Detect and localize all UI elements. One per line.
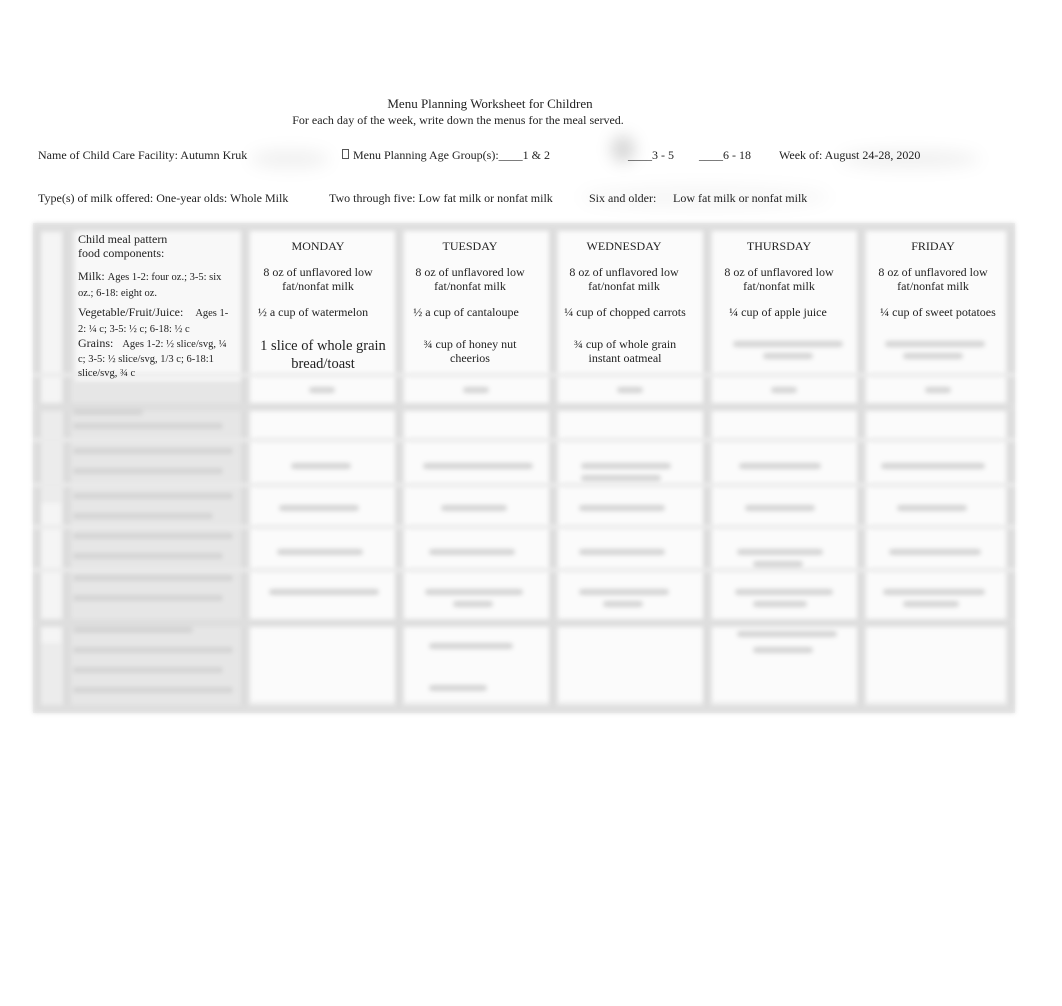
milk-cell-monday[interactable]: 8 oz of unflavored low fat/nonfat milk [253,265,383,293]
day-header-tuesday: TUESDAY [442,239,498,253]
component-name: Vegetable/Fruit/Juice: [78,305,184,319]
milk-six-older-label: Six and older: [589,191,657,205]
day-header-monday: MONDAY [291,239,345,253]
day-header-friday: FRIDAY [911,239,955,253]
component-grains-label: Grains: Ages 1-2: ½ slice/svg, ¼ c; 3-5:… [78,337,233,381]
day-header-wednesday: WEDNESDAY [586,239,662,253]
header-label-line2: food components: [78,246,165,260]
component-name: Grains: [78,336,114,350]
vegetable-cell-wednesday[interactable]: ¼ cup of chopped carrots [545,305,705,319]
milk-two-to-five: Two through five: Low fat milk or nonfat… [329,191,553,205]
table-header-label: Child meal pattern food components: [78,232,248,260]
milk-one-year: Type(s) of milk offered: One-year olds: … [38,191,289,205]
worksheet-subtitle: For each day of the week, write down the… [292,113,624,127]
milk-six-older-value: Low fat milk or nonfat milk [673,191,808,205]
vegetable-cell-thursday[interactable]: ¼ cup of apple juice [703,305,853,319]
week-of: Week of: August 24-28, 2020 [779,148,921,162]
component-vegetable-label: Vegetable/Fruit/Juice: Ages 1-2: ¼ c; 3-… [78,305,233,337]
vegetable-cell-monday[interactable]: ½ a cup of watermelon [238,305,388,319]
age-group-label: Menu Planning Age Group(s):____1 & 2 [353,148,550,162]
grains-cell-tuesday[interactable]: ¾ cup of honey nut cheerios [410,337,530,365]
age-group-option-3-5: ____3 - 5 [628,148,674,162]
header-label-line1: Child meal pattern [78,232,168,246]
component-name: Milk: [78,269,105,283]
day-header-thursday: THURSDAY [746,239,812,253]
age-group-option-6-18: ____6 - 18 [699,148,751,162]
blurred-region [250,150,330,168]
grains-cell-monday[interactable]: 1 slice of whole grain bread/toast [253,337,393,373]
grains-cell-wednesday[interactable]: ¾ cup of whole grain instant oatmeal [564,337,686,365]
worksheet-title: Menu Planning Worksheet for Children [387,96,593,111]
milk-cell-wednesday[interactable]: 8 oz of unflavored low fat/nonfat milk [559,265,689,293]
component-milk-label: Milk: Ages 1-2: four oz.; 3-5: six oz.; … [78,269,233,301]
milk-cell-tuesday[interactable]: 8 oz of unflavored low fat/nonfat milk [405,265,535,293]
age-group-field: Menu Planning Age Group(s):____1 & 2 [342,148,550,163]
facility-name: Name of Child Care Facility: Autumn Kruk [38,148,248,162]
vegetable-cell-friday[interactable]: ¼ cup of sweet potatoes [858,305,1018,319]
missing-glyph-icon [342,149,349,159]
vegetable-cell-tuesday[interactable]: ½ a cup of cantaloupe [391,305,541,319]
milk-cell-friday[interactable]: 8 oz of unflavored low fat/nonfat milk [868,265,998,293]
milk-cell-thursday[interactable]: 8 oz of unflavored low fat/nonfat milk [714,265,844,293]
menu-table: Child meal pattern food components: Milk… [33,223,1015,713]
